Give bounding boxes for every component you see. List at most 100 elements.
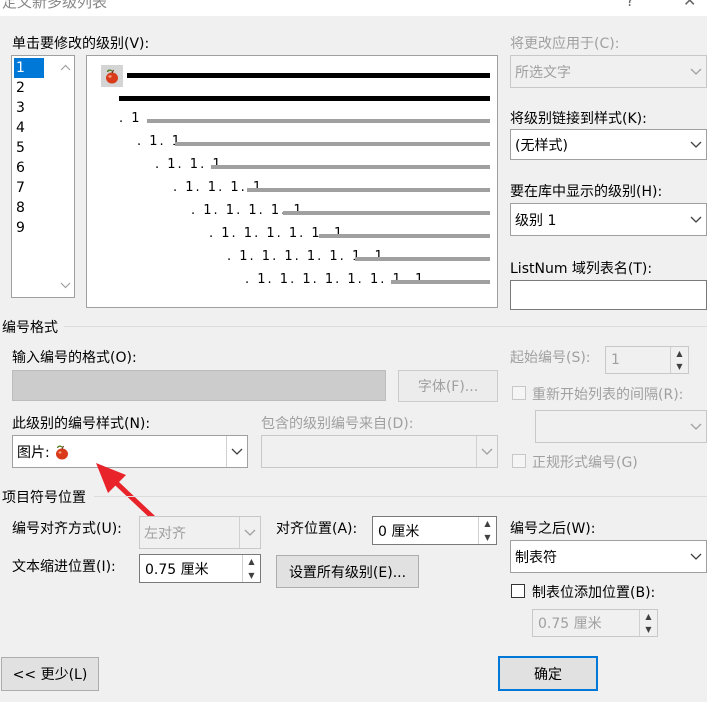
follow-number-value: 制表符: [515, 549, 557, 566]
link-style-select[interactable]: (无样式): [510, 129, 707, 160]
spin-down-icon: ▼: [645, 625, 652, 634]
number-style-label: 此级别的编号样式(N):: [12, 416, 151, 432]
start-at-stepper: 1 ▲ ▼: [605, 346, 689, 374]
section-divider: [94, 496, 707, 497]
levels-label: 单击要修改的级别(V):: [12, 36, 150, 52]
level-item-8[interactable]: 8: [14, 198, 44, 218]
preview-line-level-9: [391, 280, 490, 284]
apply-to-select: 所选文字: [510, 55, 707, 88]
gallery-level-label: 要在库中显示的级别(H):: [510, 184, 663, 200]
add-tab-stop-stepper: 0.75 厘米 ▲ ▼: [532, 609, 658, 637]
number-format-input[interactable]: [12, 370, 386, 401]
chevron-down-icon[interactable]: [686, 541, 706, 572]
level-scrollbar[interactable]: [57, 56, 74, 297]
spin-up-icon[interactable]: ▲: [479, 517, 496, 531]
chevron-down-icon: [686, 411, 706, 442]
apply-to-label: 将更改应用于(C):: [510, 36, 620, 52]
restart-list-select: [535, 410, 707, 443]
apple-picture-bullet-icon: [106, 69, 118, 84]
preview-line-level-6: [283, 211, 490, 215]
apply-to-value: 所选文字: [515, 64, 571, 81]
spin-down-icon[interactable]: ▼: [243, 569, 260, 583]
text-indent-spin[interactable]: ▲ ▼: [242, 555, 260, 582]
scroll-up-icon[interactable]: [57, 58, 74, 78]
add-tab-stop-label: 制表位添加位置(B):: [532, 585, 656, 601]
level-item-9[interactable]: 9: [14, 218, 44, 238]
alignment-value: 左对齐: [144, 525, 186, 542]
position-section-label: 项目符号位置: [2, 490, 86, 506]
add-tab-stop-spin: ▲ ▼: [639, 610, 657, 636]
add-tab-stop-checkbox[interactable]: [511, 584, 525, 598]
start-at-spin: ▲ ▼: [670, 347, 688, 373]
spin-up-icon: ▲: [676, 349, 683, 358]
listnum-label: ListNum 域列表名(T):: [510, 261, 653, 277]
level-item-3[interactable]: 3: [14, 98, 44, 118]
link-style-label: 将级别链接到样式(K):: [510, 111, 647, 127]
enter-format-label: 输入编号的格式(O):: [12, 350, 137, 366]
scroll-down-icon[interactable]: [57, 275, 74, 295]
start-at-label: 起始编号(S):: [510, 350, 591, 366]
preview-line-level-8: [355, 257, 490, 261]
preview-line-level-5: [247, 188, 490, 192]
chevron-down-icon[interactable]: [686, 130, 706, 159]
level-item-5[interactable]: 5: [14, 138, 44, 158]
preview-line-level-2: [147, 119, 490, 123]
section-divider: [64, 326, 707, 327]
spin-down-icon: ▼: [676, 362, 683, 371]
preview-number-2: . 1: [119, 111, 142, 126]
aligned-at-label: 对齐位置(A):: [276, 521, 358, 537]
follow-number-select[interactable]: 制表符: [510, 540, 707, 573]
aligned-at-spin[interactable]: ▲ ▼: [478, 517, 496, 544]
title-bar: 定义新多级列表 ? ✕: [0, 0, 707, 16]
dialog-title: 定义新多级列表: [2, 0, 108, 11]
level-item-1[interactable]: 1: [14, 58, 44, 78]
preview-line-level-1-cont: [119, 96, 490, 101]
level-item-7[interactable]: 7: [14, 178, 44, 198]
legal-style-label: 正规形式编号(G): [532, 455, 638, 471]
help-button[interactable]: ?: [626, 0, 634, 10]
level-item-4[interactable]: 4: [14, 118, 44, 138]
gallery-level-select[interactable]: 级别 1: [510, 203, 707, 236]
chevron-down-icon: [239, 517, 260, 548]
apple-picture-bullet-icon: [55, 445, 68, 459]
close-button[interactable]: ✕: [683, 0, 696, 10]
text-indent-stepper[interactable]: 0.75 厘米 ▲ ▼: [139, 554, 261, 583]
spin-down-icon[interactable]: ▼: [479, 531, 496, 545]
spin-up-icon: ▲: [645, 612, 652, 621]
preview-line-level-4: [211, 165, 490, 169]
preview-line-level-1: [127, 73, 490, 78]
include-level-label: 包含的级别编号来自(D):: [261, 416, 414, 432]
number-style-text: 图片:: [17, 444, 50, 461]
ok-button[interactable]: 确定: [498, 656, 598, 691]
listnum-input[interactable]: [510, 280, 707, 310]
level-item-2[interactable]: 2: [14, 78, 44, 98]
chevron-down-icon: [476, 436, 497, 467]
number-style-value: 图片:: [17, 436, 72, 467]
alignment-select: 左对齐: [139, 516, 261, 549]
aligned-at-stepper[interactable]: 0 厘米 ▲ ▼: [372, 516, 497, 545]
chevron-down-icon[interactable]: [686, 204, 706, 235]
bullet-picture-frame: [101, 65, 123, 87]
chevron-down-icon[interactable]: [226, 436, 247, 467]
gallery-level-value: 级别 1: [515, 212, 557, 229]
add-tab-stop-value: 0.75 厘米: [538, 616, 602, 632]
less-button[interactable]: << 更少(L): [1, 657, 99, 691]
follow-number-label: 编号之后(W):: [510, 521, 596, 537]
level-item-6[interactable]: 6: [14, 158, 44, 178]
restart-list-label: 重新开始列表的间隔(R):: [532, 387, 684, 403]
preview-line-level-7: [319, 234, 490, 238]
spin-up-icon[interactable]: ▲: [243, 555, 260, 569]
start-at-value: 1: [611, 352, 620, 368]
level-listbox[interactable]: 1 2 3 4 5 6 7 8 9: [11, 55, 75, 298]
include-level-select: [261, 435, 498, 468]
text-indent-label: 文本缩进位置(I):: [12, 559, 116, 575]
preview-line-level-3: [175, 142, 490, 146]
link-style-value: (无样式): [515, 137, 568, 154]
number-format-section-label: 编号格式: [2, 320, 58, 336]
text-indent-value: 0.75 厘米: [145, 561, 209, 578]
restart-list-checkbox: [512, 386, 526, 400]
alignment-label: 编号对齐方式(U):: [12, 521, 122, 537]
set-all-levels-button[interactable]: 设置所有级别(E)...: [276, 555, 419, 588]
chevron-down-icon: [686, 56, 706, 87]
list-preview: . 1 . 1. 1 . 1. 1. 1 . 1. 1. 1. 1 . 1. 1…: [86, 55, 498, 308]
